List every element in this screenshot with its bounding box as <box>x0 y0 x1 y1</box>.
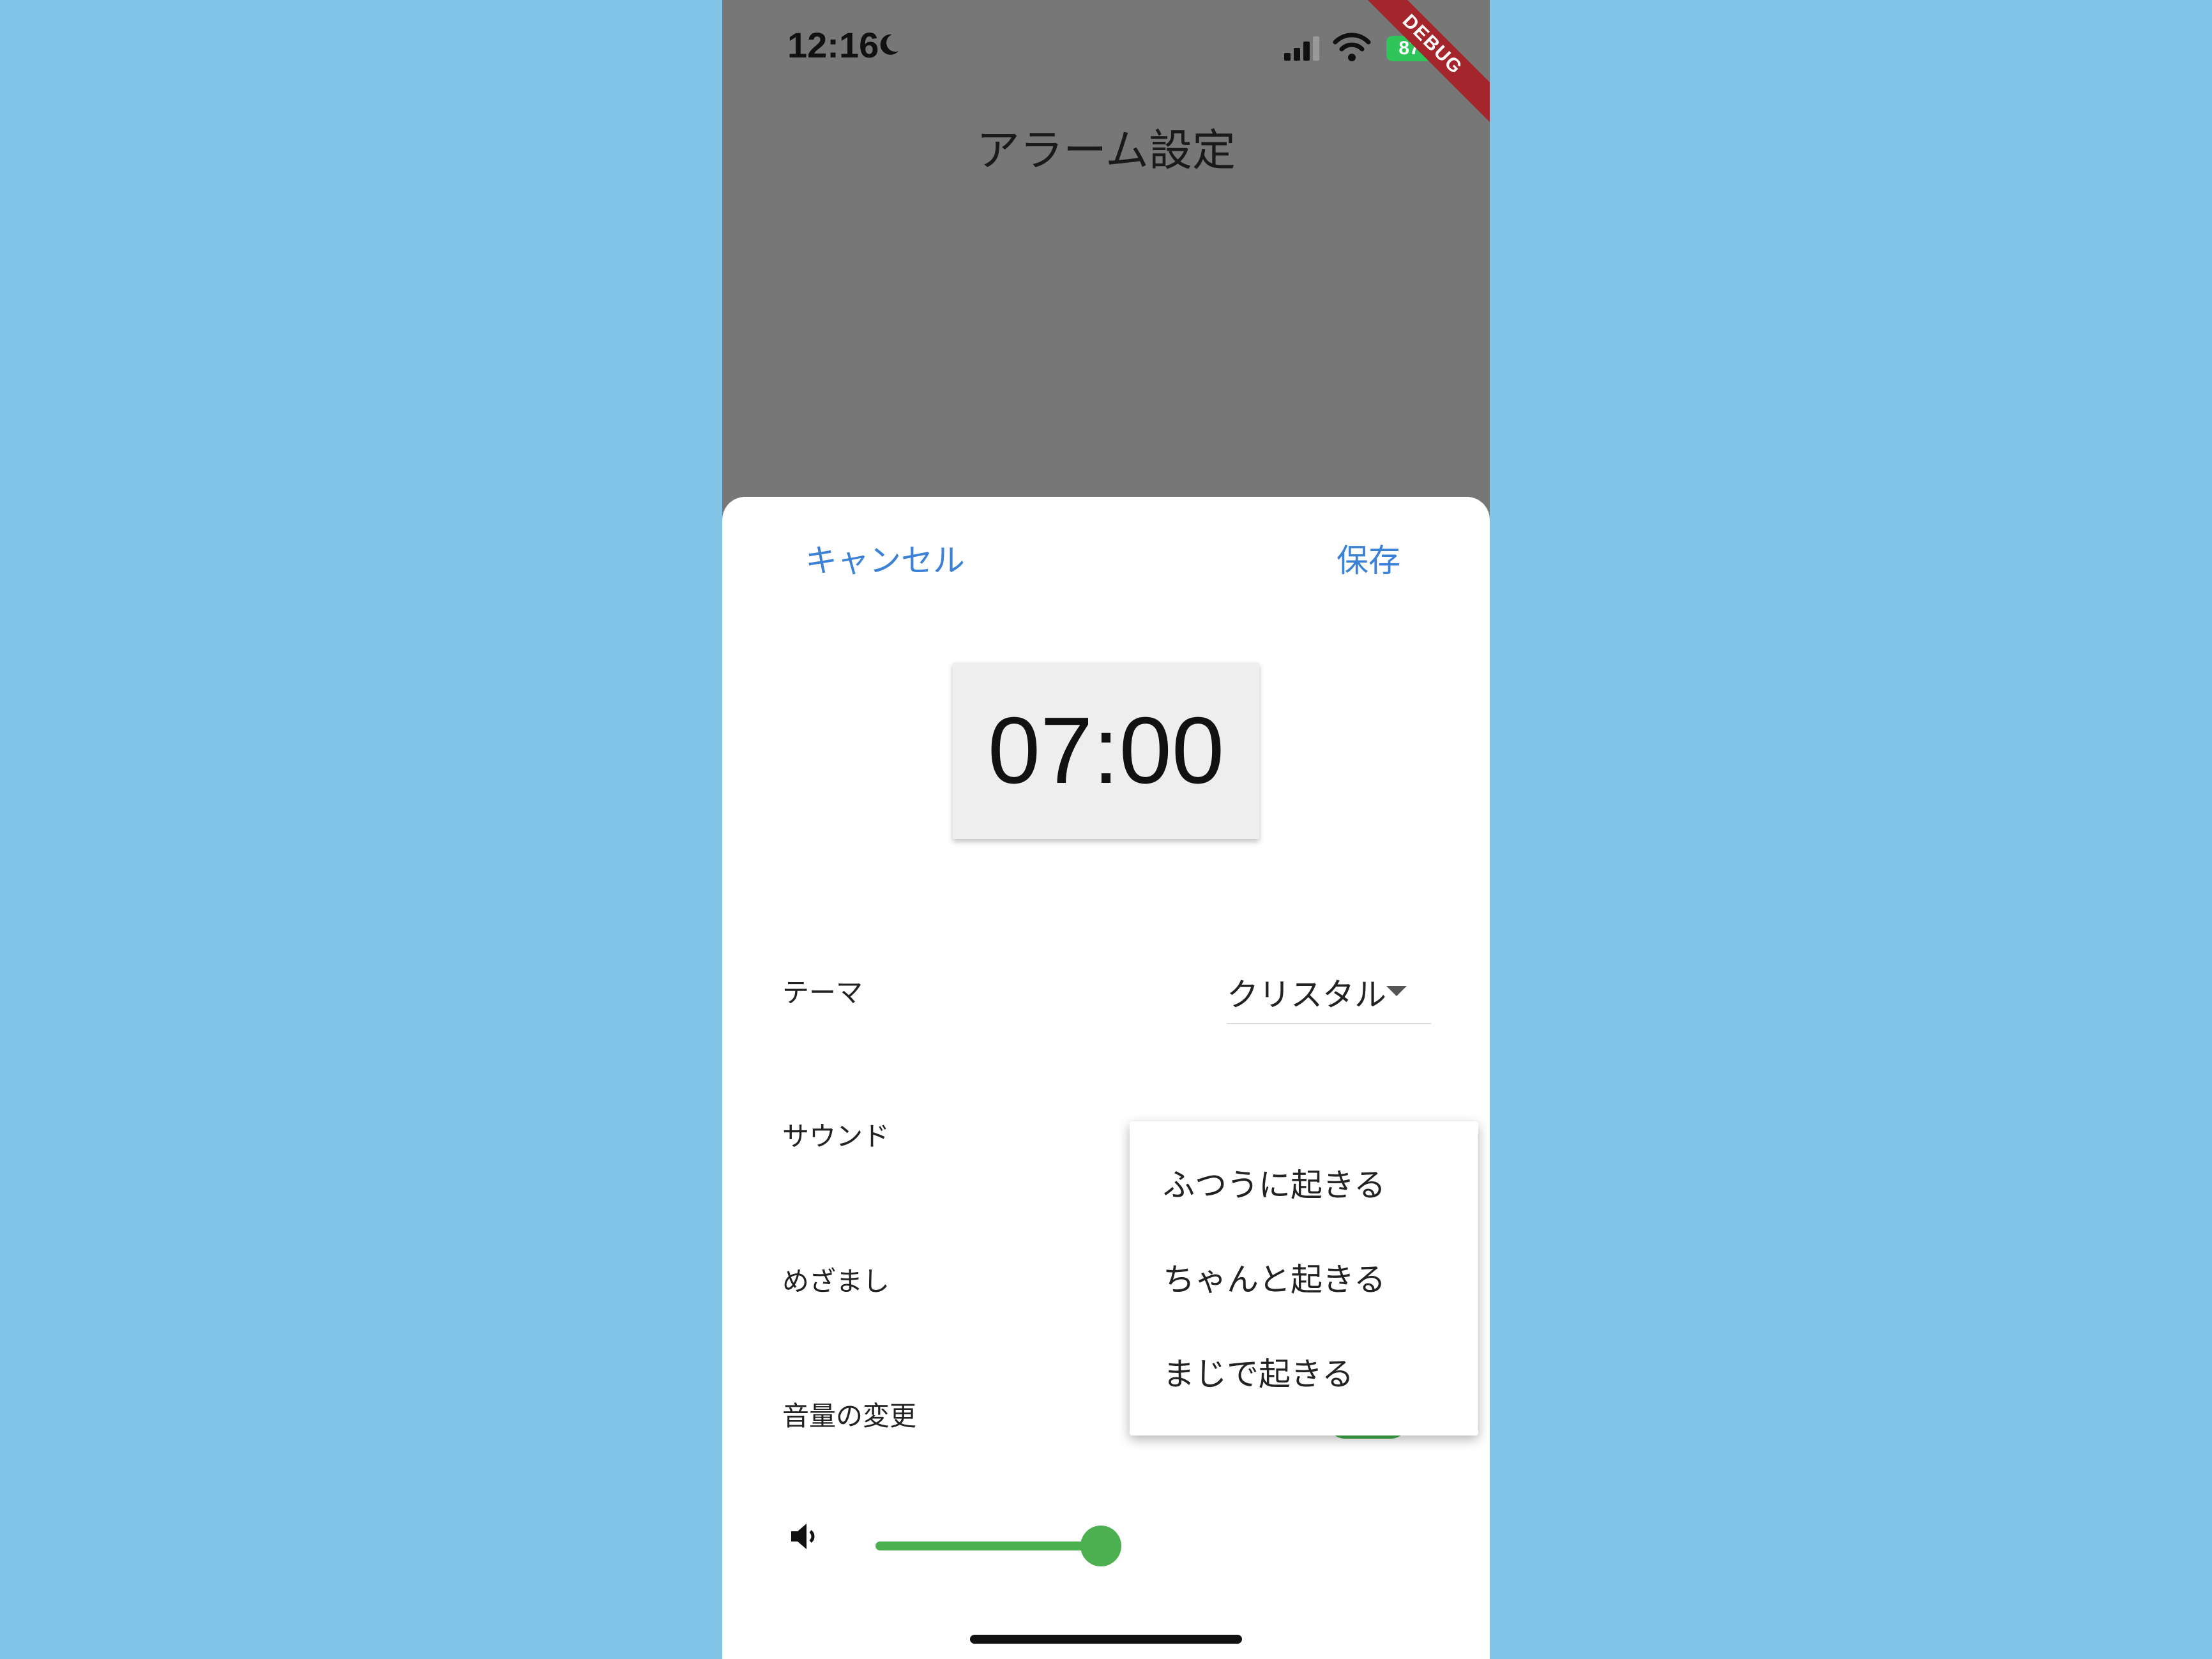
alarm-time-picker[interactable]: 07:00 <box>953 663 1259 839</box>
volume-icon <box>791 1524 815 1549</box>
menu-item-normal-wake[interactable]: ふつうに起きる <box>1163 1160 1386 1206</box>
sound-dropdown-menu: ふつうに起きる ちゃんと起きる まじで起きる <box>1130 1121 1478 1436</box>
theme-selected-value: クリスタル <box>1227 976 1386 1013</box>
theme-dropdown[interactable]: クリスタル <box>1227 969 1431 1024</box>
wifi-icon <box>1333 33 1371 61</box>
status-time: 12:16 <box>787 25 879 65</box>
save-button[interactable]: 保存 <box>1337 535 1400 581</box>
volume-slider-thumb[interactable] <box>1080 1526 1121 1566</box>
wakeup-label: めざまし <box>782 1266 890 1297</box>
status-bar: 12:16 87 DEBUG <box>722 0 1490 132</box>
debug-banner: DEBUG <box>1345 0 1490 132</box>
dropdown-arrow-icon <box>1386 986 1407 996</box>
phone-screen: 12:16 87 DEBUG アラーム設定 キャンセル 保存 07:00 テーマ… <box>722 0 1490 1659</box>
alarm-settings-sheet: キャンセル 保存 07:00 テーマ クリスタル サウンド めざまし 音量の変更… <box>722 497 1490 1659</box>
sound-label: サウンド <box>782 1121 890 1152</box>
page-title: アラーム設定 <box>976 126 1236 176</box>
volume-slider-track[interactable] <box>875 1542 1102 1550</box>
menu-item-serious-wake[interactable]: まじで起きる <box>1163 1349 1354 1395</box>
moon-icon <box>880 34 898 55</box>
cellular-signal-icon <box>1284 36 1319 61</box>
menu-item-proper-wake[interactable]: ちゃんと起きる <box>1163 1254 1386 1300</box>
cancel-button[interactable]: キャンセル <box>805 535 965 581</box>
volume-change-label: 音量の変更 <box>782 1400 917 1432</box>
home-indicator <box>970 1635 1242 1644</box>
theme-label: テーマ <box>782 977 863 1008</box>
